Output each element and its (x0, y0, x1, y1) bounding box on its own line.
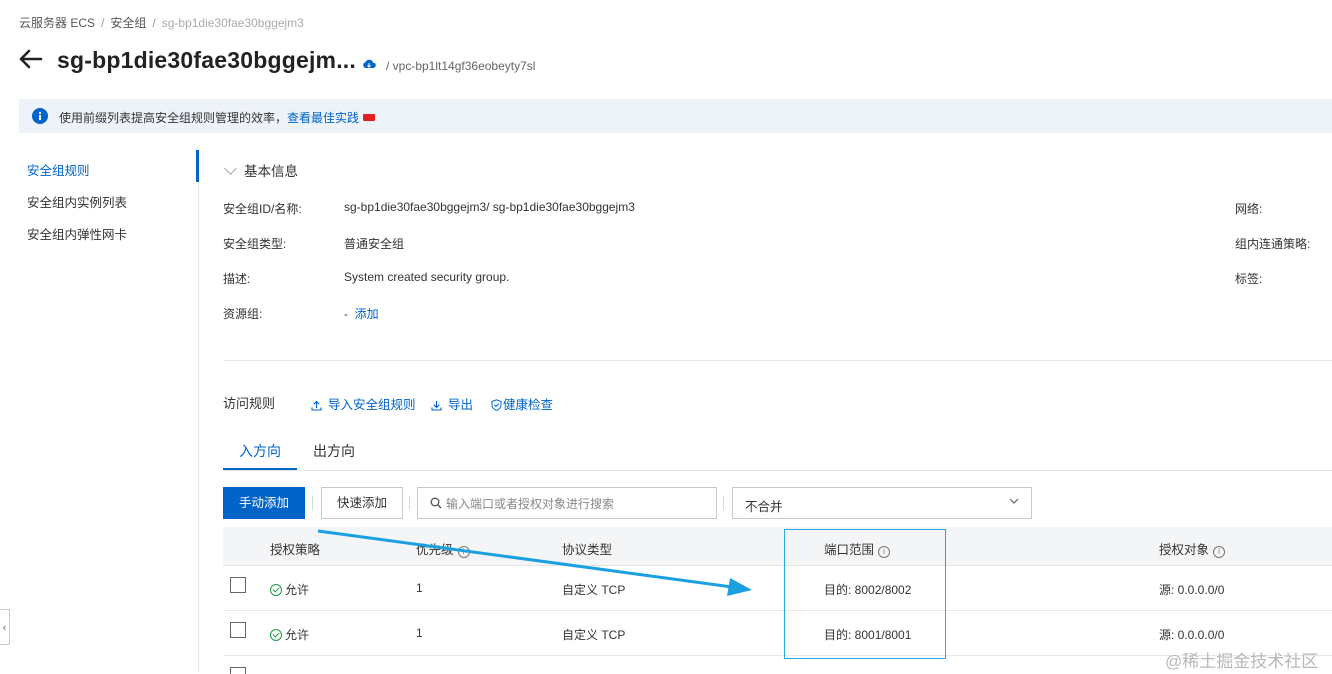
check-circle-icon (270, 629, 282, 641)
help-icon[interactable]: i (1213, 546, 1226, 558)
field-value-type: 普通安全组 (344, 237, 405, 251)
sidebar-active-indicator (196, 150, 199, 182)
export-link[interactable]: 导出 (431, 394, 473, 413)
cloud-icon[interactable] (362, 58, 376, 70)
basic-info-header[interactable]: 基本信息 (223, 160, 298, 180)
priority-cell: 1 (416, 626, 423, 640)
page-title: sg-bp1die30fae30bggejm... (57, 47, 356, 73)
new-badge-icon (363, 114, 376, 122)
sidebar-item-eni[interactable]: 安全组内弹性网卡 (27, 224, 127, 243)
rule-search-box[interactable] (417, 487, 717, 520)
protocol-cell: 自定义 TCP (562, 583, 626, 597)
import-rules-label: 导入安全组规则 (328, 398, 416, 412)
column-header-priority[interactable]: 优先级 i (416, 539, 470, 558)
column-source-label: 授权对象 (1159, 543, 1210, 557)
toolbar-separator (723, 496, 724, 510)
tabs-baseline (223, 470, 1332, 471)
merge-select-value: 不合并 (745, 500, 783, 514)
breadcrumb-current: sg-bp1die30fae30bggejm3 (161, 16, 304, 30)
field-value-id: sg-bp1die30fae30bggejm3/ sg-bp1die30fae3… (344, 200, 635, 214)
source-cell: 源: 0.0.0.0/0 (1159, 583, 1225, 597)
manual-add-button[interactable]: 手动添加 (223, 487, 305, 519)
chevron-down-icon (224, 162, 237, 175)
policy-value: 允许 (285, 583, 310, 597)
add-resource-group-link[interactable]: 添加 (355, 307, 379, 321)
notice-text: 使用前缀列表提高安全组规则管理的效率， (59, 111, 288, 125)
field-value-resource-group: - 添加 (344, 305, 379, 322)
field-label-desc: 描述: (223, 272, 251, 286)
best-practice-link[interactable]: 查看最佳实践 (287, 111, 359, 125)
column-policy-label: 授权策略 (270, 543, 321, 557)
sidebar-divider (198, 150, 199, 673)
port-cell: 目的: 8002/8002 (824, 583, 912, 597)
priority-cell: 1 (416, 581, 423, 595)
field-label-id: 安全组ID/名称: (223, 202, 302, 216)
tab-inbound[interactable]: 入方向 (239, 441, 281, 461)
source-cell: 源: 0.0.0.0/0 (1159, 628, 1225, 642)
field-label-tags: 标签: (1235, 272, 1263, 286)
rules-table-header: 授权策略 优先级 i 协议类型 端口范围 i 授权对象 i (223, 527, 1332, 566)
upload-icon (311, 400, 322, 411)
basic-info-title: 基本信息 (244, 164, 298, 179)
check-circle-icon (270, 584, 282, 596)
access-rules-title: 访问规则 (223, 396, 276, 411)
info-icon (32, 108, 48, 124)
chevron-down-icon (1009, 498, 1019, 504)
watermark: @稀土掘金技术社区 (1165, 652, 1319, 671)
field-value-desc: System created security group. (344, 270, 510, 284)
search-input[interactable] (444, 488, 714, 520)
row-checkbox[interactable] (230, 622, 246, 638)
download-icon (431, 401, 442, 411)
field-label-intra-policy: 组内连通策略: (1235, 237, 1311, 251)
health-check-link[interactable]: 健康检查 (491, 394, 553, 413)
column-header-policy[interactable]: 授权策略 (270, 539, 320, 558)
toolbar-separator (409, 496, 410, 510)
resource-group-value: - (344, 307, 348, 321)
column-port-label: 端口范围 (824, 543, 875, 557)
shield-check-icon (491, 399, 502, 411)
search-icon (430, 497, 442, 509)
policy-value: 允许 (285, 628, 310, 642)
field-label-resource-group: 资源组: (223, 307, 263, 321)
help-icon[interactable]: i (878, 546, 891, 558)
breadcrumb-ecs[interactable]: 云服务器 ECS (19, 16, 95, 30)
vpc-subtitle: / vpc-bp1lt14gf36eobeyty7sl (386, 59, 536, 73)
quick-add-button[interactable]: 快速添加 (321, 487, 403, 519)
toolbar-separator (312, 496, 313, 510)
health-check-label: 健康检查 (503, 398, 554, 412)
notice-banner: 使用前缀列表提高安全组规则管理的效率，查看最佳实践 (19, 99, 1332, 133)
tab-outbound[interactable]: 出方向 (313, 441, 355, 461)
export-label: 导出 (448, 398, 474, 412)
breadcrumb-security-group[interactable]: 安全组 (110, 16, 146, 30)
breadcrumb: 云服务器 ECS / 安全组 / sg-bp1die30fae30bggejm3 (19, 16, 304, 30)
policy-cell: 允许 (270, 581, 309, 598)
policy-cell: 允许 (270, 626, 309, 643)
merge-select[interactable]: 不合并 (732, 487, 1032, 519)
back-arrow-icon[interactable] (18, 46, 44, 72)
column-priority-label: 优先级 (416, 543, 454, 557)
tab-active-indicator (223, 468, 297, 470)
section-divider (223, 360, 1332, 361)
protocol-cell: 自定义 TCP (562, 628, 626, 642)
row-checkbox[interactable] (230, 577, 246, 593)
import-rules-link[interactable]: 导入安全组规则 (311, 394, 416, 413)
port-cell: 目的: 8001/8001 (824, 628, 912, 642)
table-row: 允许 1 自定义 TCP 目的: 8002/8002 源: 0.0.0.0/0 (223, 566, 1332, 611)
column-header-port[interactable]: 端口范围 i (824, 539, 891, 558)
help-icon[interactable]: i (457, 546, 470, 558)
sidebar-item-rules[interactable]: 安全组规则 (27, 160, 90, 179)
sidebar-item-instances[interactable]: 安全组内实例列表 (27, 192, 127, 211)
field-label-network: 网络: (1235, 202, 1263, 216)
column-header-source[interactable]: 授权对象 i (1159, 539, 1226, 558)
column-header-protocol[interactable]: 协议类型 (562, 539, 612, 558)
collapse-handle[interactable]: ‹ (0, 609, 10, 645)
field-label-type: 安全组类型: (223, 237, 287, 251)
column-protocol-label: 协议类型 (562, 543, 613, 557)
